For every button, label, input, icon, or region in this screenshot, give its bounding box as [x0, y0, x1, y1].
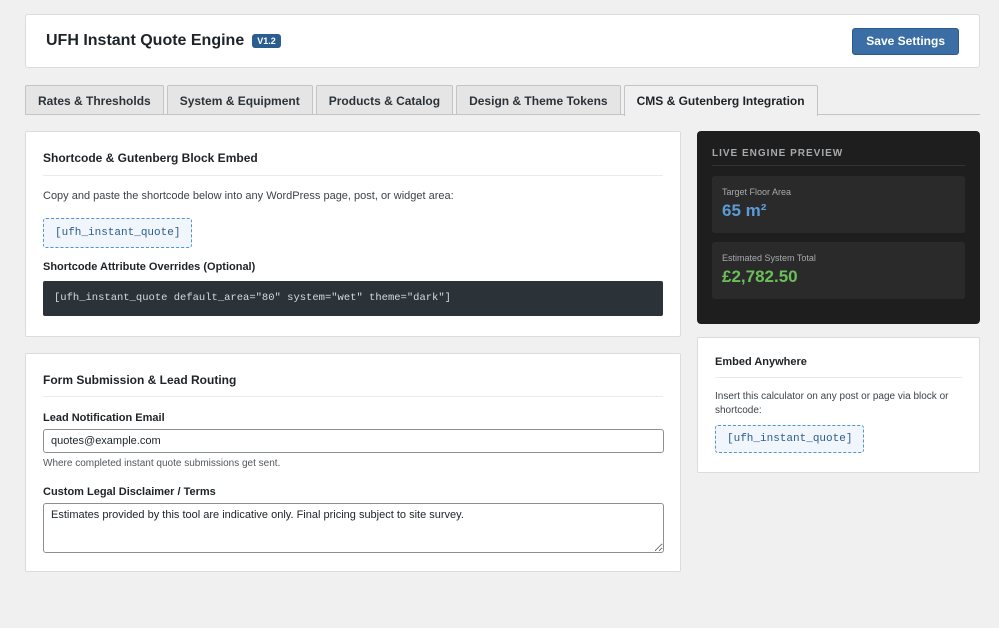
shortcode-copy[interactable]: [ufh_instant_quote]: [43, 218, 193, 248]
preview-divider: [712, 165, 965, 166]
email-hint: Where completed instant quote submission…: [43, 458, 281, 469]
tab-products-catalog[interactable]: Products & Catalog: [315, 85, 454, 115]
lead-routing-card: Form Submission & Lead Routing Lead Noti…: [25, 353, 681, 572]
page-header: UFH Instant Quote Engine V1.2 Save Setti…: [25, 14, 980, 68]
tab-cms-gutenberg[interactable]: CMS & Gutenberg Integration: [623, 85, 818, 116]
lead-email-input[interactable]: [43, 429, 664, 453]
embed-anywhere-title: Embed Anywhere: [715, 356, 807, 368]
settings-tabs: Rates & Thresholds System & Equipment Pr…: [25, 85, 818, 116]
page-title: UFH Instant Quote Engine: [46, 32, 245, 49]
tab-design-theme-tokens[interactable]: Design & Theme Tokens: [456, 85, 621, 115]
floor-area-label: Target Floor Area: [722, 187, 792, 197]
floor-area-value: 65 m²: [722, 201, 767, 220]
overrides-code-example[interactable]: [ufh_instant_quote default_area="80" sys…: [43, 281, 663, 316]
system-total-value: £2,782.50: [722, 267, 798, 286]
divider: [715, 377, 962, 378]
embed-anywhere-shortcode[interactable]: [ufh_instant_quote]: [715, 425, 865, 453]
embed-card-title: Shortcode & Gutenberg Block Embed: [43, 151, 258, 165]
system-total-stat: Estimated System Total £2,782.50: [712, 242, 965, 299]
overrides-heading: Shortcode Attribute Overrides (Optional): [43, 261, 256, 273]
disclaimer-textarea[interactable]: Estimates provided by this tool are indi…: [43, 503, 664, 553]
save-settings-button[interactable]: Save Settings: [852, 27, 959, 55]
floor-area-stat: Target Floor Area 65 m²: [712, 176, 965, 233]
live-preview-panel: LIVE ENGINE PREVIEW Target Floor Area 65…: [697, 131, 980, 324]
disclaimer-label: Custom Legal Disclaimer / Terms: [43, 486, 216, 498]
title-wrap: UFH Instant Quote Engine V1.2: [46, 32, 281, 50]
tabs-divider: [25, 114, 980, 115]
tab-rates-thresholds[interactable]: Rates & Thresholds: [25, 85, 164, 115]
embed-card: Shortcode & Gutenberg Block Embed Copy a…: [25, 131, 681, 337]
embed-description: Copy and paste the shortcode below into …: [43, 190, 454, 202]
lead-routing-title: Form Submission & Lead Routing: [43, 373, 237, 387]
preview-title: LIVE ENGINE PREVIEW: [712, 148, 844, 159]
system-total-label: Estimated System Total: [722, 253, 816, 263]
email-label: Lead Notification Email: [43, 412, 165, 424]
divider: [43, 175, 663, 176]
divider: [43, 396, 663, 397]
embed-anywhere-description: Insert this calculator on any post or pa…: [715, 391, 949, 416]
embed-anywhere-card: Embed Anywhere Insert this calculator on…: [697, 337, 980, 473]
tab-system-equipment[interactable]: System & Equipment: [166, 85, 313, 115]
version-badge: V1.2: [252, 34, 281, 48]
